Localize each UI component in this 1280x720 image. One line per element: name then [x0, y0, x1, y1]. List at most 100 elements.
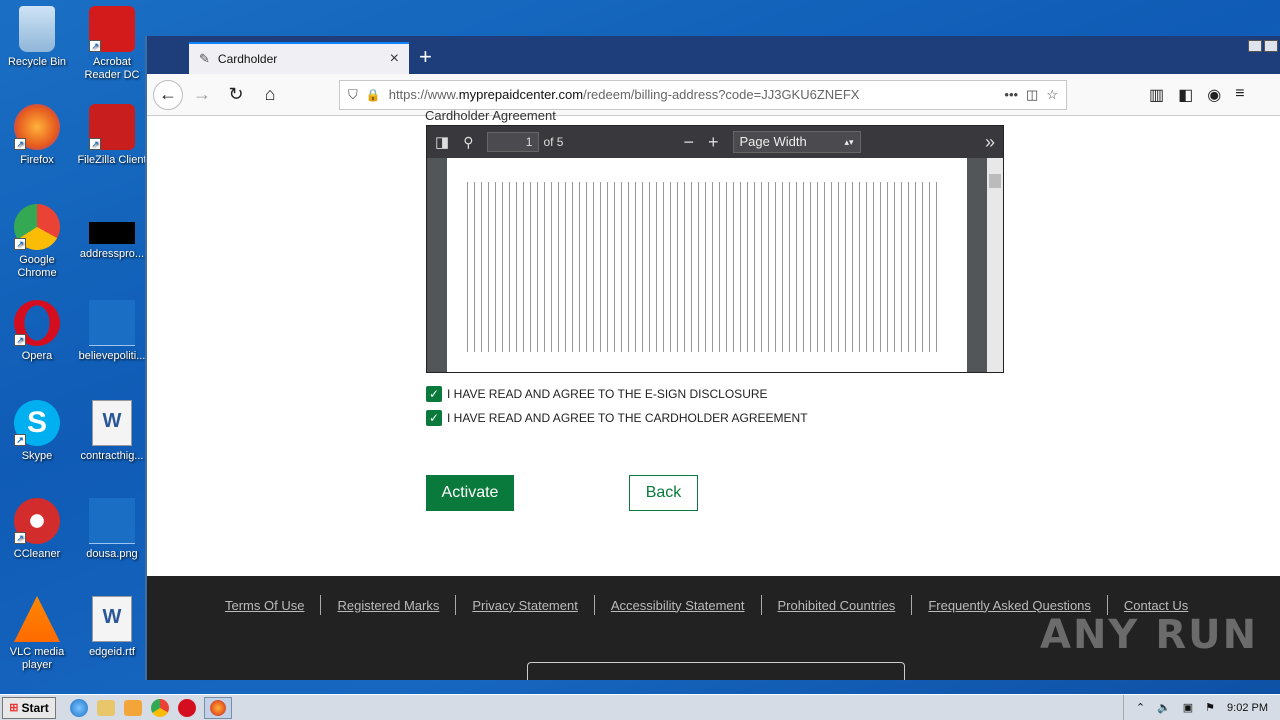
- cardholder-checkbox[interactable]: ✓: [426, 410, 442, 426]
- desktop-icon-opera[interactable]: ↗ Opera: [0, 300, 74, 363]
- tab-favicon-icon: ✎: [199, 51, 210, 66]
- footer-link-registered-marks[interactable]: Registered Marks: [337, 598, 439, 613]
- vlc-icon: [14, 596, 60, 642]
- bookmark-star-icon[interactable]: ☆: [1046, 87, 1058, 103]
- activate-button[interactable]: Activate: [426, 475, 514, 511]
- windows-logo-icon: ⊞: [9, 702, 19, 714]
- shield-icon[interactable]: ⛉: [348, 87, 358, 103]
- desktop-icon-contracthig[interactable]: W contracthig...: [75, 400, 149, 463]
- desktop-icon-skype[interactable]: S ↗ Skype: [0, 400, 74, 463]
- cardholder-checkbox-label: I HAVE READ AND AGREE TO THE CARDHOLDER …: [447, 411, 808, 425]
- ccleaner-icon: ↗: [14, 498, 60, 544]
- desktop-icon-firefox[interactable]: ↗ Firefox: [0, 104, 74, 167]
- chrome-icon: ↗: [14, 204, 60, 250]
- explorer-taskbar-icon[interactable]: [97, 699, 115, 716]
- esign-agreement-row[interactable]: ✓ I HAVE READ AND AGREE TO THE E-SIGN DI…: [426, 386, 768, 402]
- desktop-icon-addresspro[interactable]: addresspro...: [75, 222, 149, 261]
- toolbar-right-icons: ▥ ◧ ◉ ≡: [1149, 85, 1245, 105]
- forward-button[interactable]: →: [187, 80, 217, 110]
- browser-window: ✎ Cardholder × + ← → ↻ ⌂ ⛉ 🔒 https://www…: [145, 36, 1280, 680]
- opera-icon: ↗: [14, 300, 60, 346]
- account-icon[interactable]: ◉: [1207, 85, 1221, 105]
- section-heading: Cardholder Agreement: [425, 108, 556, 123]
- url-domain: myprepaidcenter.com: [458, 87, 584, 102]
- search-icon[interactable]: ⚲: [463, 134, 473, 151]
- address-bar[interactable]: ⛉ 🔒 https://www.myprepaidcenter.com/rede…: [339, 79, 1067, 110]
- url-text[interactable]: https://www.myprepaidcenter.com/redeem/b…: [389, 87, 997, 102]
- desktop-icon-chrome[interactable]: ↗ Google Chrome: [0, 204, 74, 280]
- pdf-rotated-text-block: [467, 182, 937, 352]
- page-number-input[interactable]: 1: [487, 132, 540, 152]
- library-icon[interactable]: ▥: [1149, 85, 1164, 105]
- page-content: Cardholder Agreement ◨ ⚲ 1 of 5 − + Page…: [147, 108, 1280, 576]
- pdf-toolbar: ◨ ⚲ 1 of 5 − + Page Width ▴▾ »: [427, 126, 1003, 158]
- network-icon[interactable]: ▣: [1183, 701, 1193, 714]
- zoom-out-icon[interactable]: −: [683, 132, 694, 153]
- menu-icon[interactable]: ≡: [1235, 85, 1244, 105]
- new-tab-button[interactable]: +: [419, 44, 432, 70]
- footer-link-accessibility[interactable]: Accessibility Statement: [611, 598, 745, 613]
- desktop-icon-recycle-bin[interactable]: Recycle Bin: [0, 6, 74, 69]
- url-prefix: https://www.: [388, 87, 459, 102]
- action-center-flag-icon[interactable]: ⚑: [1205, 701, 1215, 714]
- desktop-icon-believepoliti[interactable]: believepoliti...: [75, 300, 149, 363]
- sidebar-icon[interactable]: ◧: [1178, 85, 1193, 105]
- pdf-scrollbar[interactable]: [987, 158, 1003, 372]
- esign-checkbox[interactable]: ✓: [426, 386, 442, 402]
- firefox-taskbar-button[interactable]: [204, 696, 232, 719]
- footer-separator: [911, 595, 913, 615]
- zoom-select[interactable]: Page Width ▴▾: [732, 131, 861, 153]
- ie-taskbar-icon[interactable]: [70, 698, 88, 717]
- desktop-icon-dousa[interactable]: dousa.png: [75, 498, 149, 561]
- clock[interactable]: 9:02 PM: [1227, 702, 1268, 714]
- browser-titlebar: ✎ Cardholder × +: [147, 36, 1280, 74]
- desktop-icon-label: addresspro...: [79, 248, 145, 260]
- recycle-bin-icon: [19, 6, 55, 52]
- zoom-in-icon[interactable]: +: [708, 132, 719, 153]
- skype-icon: S ↗: [14, 400, 60, 446]
- media-player-taskbar-icon[interactable]: [124, 699, 142, 716]
- reload-button[interactable]: ↻: [221, 80, 251, 110]
- footer-link-prohibited-countries[interactable]: Prohibited Countries: [778, 598, 896, 613]
- back-button[interactable]: ←: [153, 79, 183, 110]
- footer-link-terms[interactable]: Terms Of Use: [225, 598, 304, 613]
- chrome-taskbar-icon[interactable]: [151, 698, 169, 717]
- volume-icon[interactable]: 🔈: [1157, 701, 1171, 714]
- minimize-button[interactable]: [1248, 40, 1262, 52]
- footer-select-box[interactable]: [527, 662, 905, 680]
- desktop-icon-label: Acrobat Reader DC: [84, 56, 140, 81]
- system-tray: ⌃ 🔈 ▣ ⚑ 9:02 PM: [1122, 694, 1280, 720]
- opera-taskbar-icon[interactable]: [178, 698, 196, 717]
- page-actions-icon[interactable]: •••: [1004, 87, 1018, 102]
- back-link-button[interactable]: Back: [629, 475, 698, 511]
- desktop-icon-filezilla[interactable]: ↗ FileZilla Client: [75, 104, 149, 167]
- sidebar-toggle-icon[interactable]: ◨: [435, 133, 449, 151]
- show-hidden-icons-icon[interactable]: ⌃: [1136, 701, 1145, 714]
- desktop-icon-edgeid[interactable]: W edgeid.rtf: [75, 596, 149, 659]
- footer-link-faq[interactable]: Frequently Asked Questions: [928, 598, 1091, 613]
- maximize-button[interactable]: [1264, 40, 1278, 52]
- tools-menu-icon[interactable]: »: [985, 132, 995, 153]
- desktop-icon-label: VLC media player: [9, 646, 65, 671]
- footer-link-privacy[interactable]: Privacy Statement: [472, 598, 578, 613]
- zoom-value: Page Width: [739, 134, 807, 149]
- tab-title: Cardholder: [217, 52, 278, 66]
- tab-cardholder[interactable]: ✎ Cardholder ×: [189, 42, 409, 74]
- window-controls: [1248, 40, 1278, 52]
- cardholder-agreement-row[interactable]: ✓ I HAVE READ AND AGREE TO THE CARDHOLDE…: [426, 410, 808, 426]
- desktop-icon-ccleaner[interactable]: ↗ CCleaner: [0, 498, 74, 561]
- home-button[interactable]: ⌂: [255, 80, 285, 110]
- close-tab-icon[interactable]: ×: [390, 50, 399, 68]
- scroll-thumb[interactable]: [989, 174, 1001, 188]
- pocket-icon[interactable]: ◫: [1026, 87, 1038, 103]
- lock-icon[interactable]: 🔒: [366, 88, 381, 102]
- desktop-icon-label: Opera: [21, 350, 53, 362]
- anyrun-watermark: ANY RUN: [1040, 612, 1259, 658]
- desktop-icon-label: Firefox: [20, 154, 54, 166]
- start-button[interactable]: ⊞ Start: [2, 696, 56, 719]
- word-document-icon: W: [92, 596, 132, 642]
- footer-link-contact[interactable]: Contact Us: [1124, 598, 1188, 613]
- desktop-icon-acrobat[interactable]: ↗ Acrobat Reader DC: [75, 6, 149, 82]
- pdf-viewer[interactable]: ◨ ⚲ 1 of 5 − + Page Width ▴▾ »: [426, 125, 1004, 373]
- desktop-icon-vlc[interactable]: VLC media player: [0, 596, 74, 672]
